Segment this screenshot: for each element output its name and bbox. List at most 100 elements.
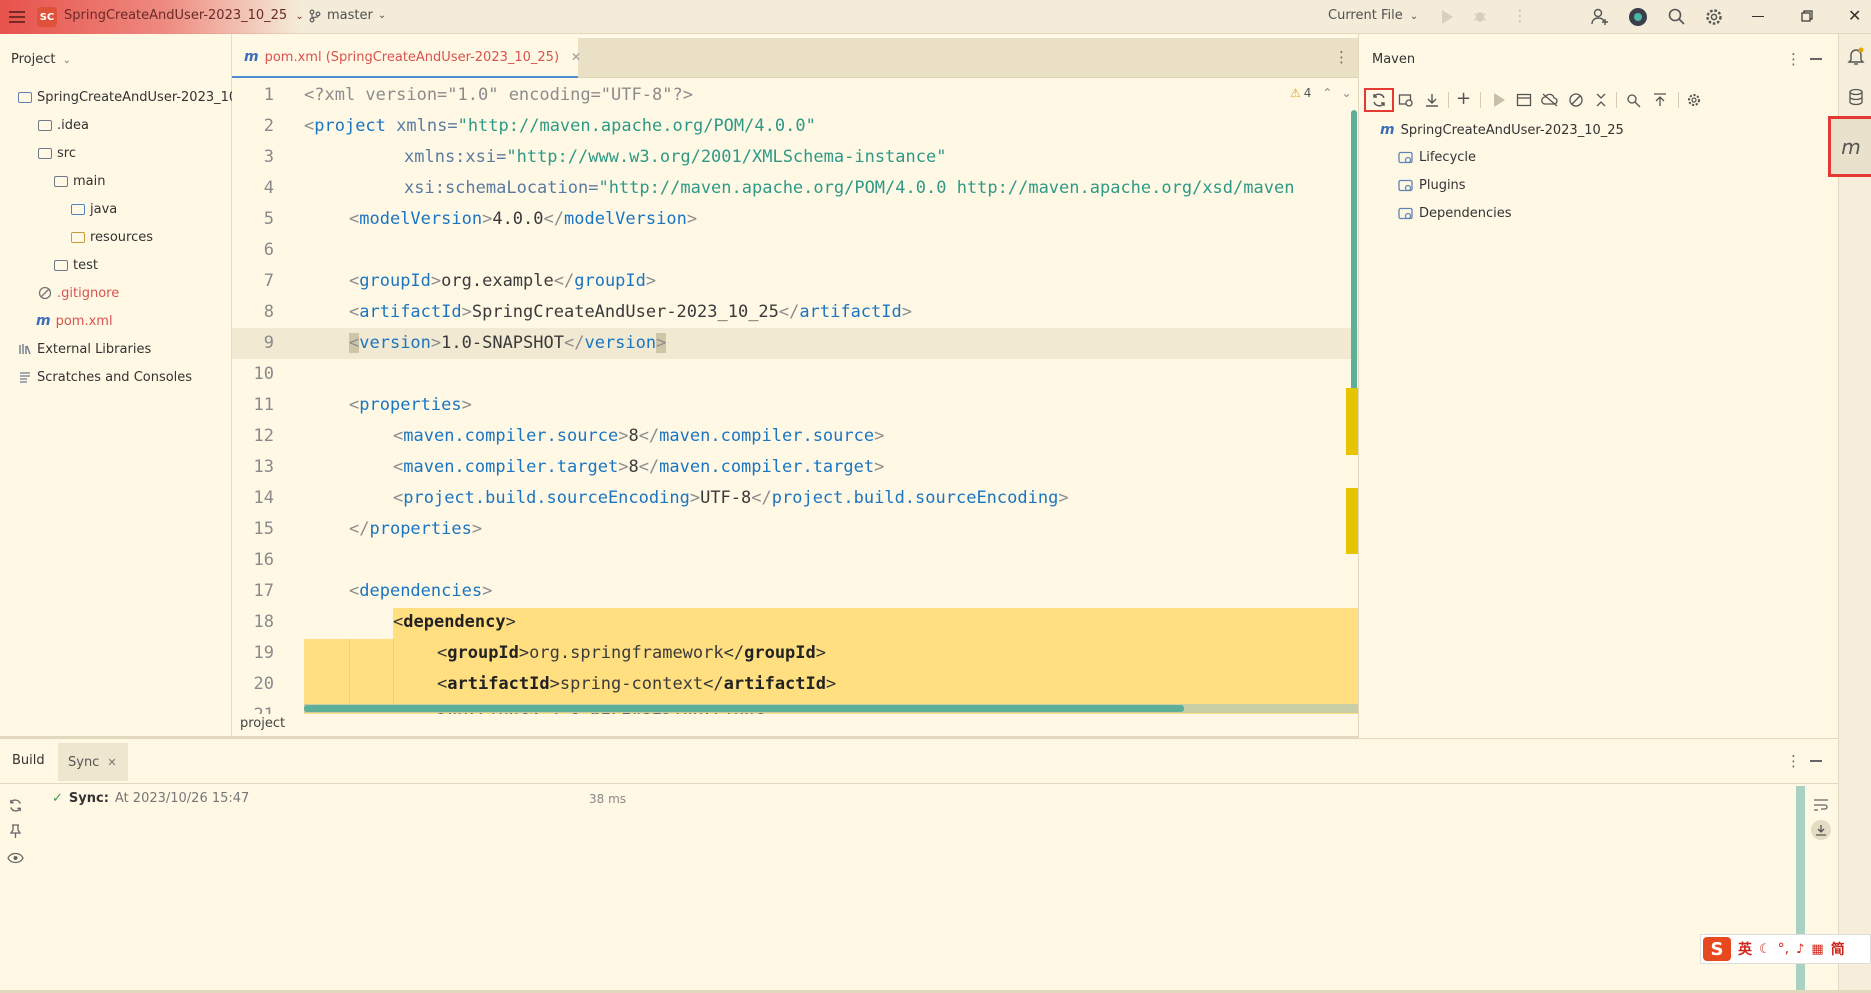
maven-plugins-node[interactable]: Plugins — [1398, 178, 1466, 193]
maven-lifecycle-node[interactable]: Lifecycle — [1398, 150, 1476, 165]
close-window-button[interactable]: ✕ — [1848, 8, 1861, 24]
close-tab-icon[interactable]: ✕ — [107, 756, 116, 769]
tree-item-test[interactable]: test — [54, 254, 98, 276]
execute-goal-icon — [1516, 93, 1532, 107]
line-number: 14 — [253, 488, 274, 508]
xml-tag: project — [314, 116, 386, 136]
chevron-down-icon[interactable]: ⌄ — [1341, 86, 1351, 100]
bottom-tool-window-header — [0, 738, 1838, 784]
maven-execute-goal-button[interactable] — [1516, 92, 1532, 108]
project-view-selector[interactable]: Project ⌄ — [11, 52, 71, 67]
settings-button[interactable] — [1704, 7, 1724, 27]
maven-reload-button[interactable] — [1364, 88, 1394, 112]
punctuation-icon[interactable]: °, — [1778, 941, 1789, 957]
editor-tab-label: pom.xml (SpringCreateAndUser-2023_10_25) — [264, 49, 560, 65]
xml-tag: version — [359, 333, 431, 353]
tree-item-main[interactable]: main — [54, 170, 105, 192]
maven-file-icon: m — [36, 313, 51, 329]
notifications-button[interactable] — [1847, 46, 1865, 66]
maven-offline-button[interactable] — [1541, 92, 1559, 108]
editor-breadcrumb[interactable]: project — [240, 716, 285, 731]
editor-tab-pom[interactable]: m pom.xml (SpringCreateAndUser-2023_10_2… — [232, 38, 581, 78]
code-with-me-button[interactable] — [1590, 7, 1610, 27]
tree-item-pom[interactable]: m pom.xml — [36, 310, 113, 332]
rerun-button[interactable] — [8, 798, 23, 813]
line-number: 21 — [238, 705, 274, 714]
run-config-selector[interactable]: Current File ⌄ — [1328, 8, 1418, 23]
line-number: 4 — [263, 178, 274, 198]
database-tool-button[interactable] — [1848, 88, 1864, 106]
keyboard-icon[interactable]: ▦ — [1811, 942, 1823, 957]
filter-button[interactable] — [7, 852, 24, 864]
maven-project-label: SpringCreateAndUser-2023_10_25 — [1400, 122, 1624, 138]
soft-wrap-button[interactable] — [1813, 798, 1829, 812]
maven-options-button[interactable]: ⋮ — [1786, 50, 1801, 68]
code-editor[interactable]: 1 2 3 4 5 6 7 8 9 10 11 12 13 14 15 16 1… — [232, 78, 1358, 714]
editor-tabs-more-button[interactable]: ⋮ — [1334, 48, 1349, 66]
toolbar-separator — [1480, 92, 1481, 108]
library-icon — [19, 344, 31, 355]
maven-run-button[interactable] — [1492, 92, 1506, 108]
tab-build[interactable]: Build — [12, 753, 45, 768]
tree-item-gitignore[interactable]: .gitignore — [38, 282, 119, 304]
maven-project-node[interactable]: m SpringCreateAndUser-2023_10_25 — [1380, 122, 1624, 138]
maven-hide-button[interactable] — [1810, 58, 1822, 60]
scratches-icon — [20, 372, 30, 383]
bell-icon — [1847, 47, 1865, 65]
maven-tool-button[interactable]: m — [1828, 116, 1871, 177]
tab-sync[interactable]: Sync ✕ — [58, 743, 128, 781]
ime-toolbar[interactable]: S 英 ☾ °, ♪ ▦ 简 — [1700, 934, 1871, 964]
xml-tag: maven.compiler.target — [659, 457, 875, 477]
close-tab-icon[interactable]: ✕ — [571, 50, 581, 64]
line-number: 17 — [253, 581, 274, 601]
microphone-icon[interactable]: ♪ — [1796, 942, 1804, 957]
tree-item-label: main — [73, 173, 106, 189]
tree-item-external-libraries[interactable]: External Libraries — [18, 338, 151, 360]
maven-generate-sources-button[interactable] — [1398, 92, 1414, 108]
folder-icon — [54, 259, 68, 271]
maven-collapse-all-button[interactable] — [1594, 92, 1608, 108]
maven-skip-tests-button[interactable] — [1568, 92, 1584, 108]
maven-dependencies-node[interactable]: Dependencies — [1398, 206, 1512, 221]
scroll-to-end-button[interactable] — [1811, 820, 1831, 840]
project-switcher[interactable]: SpringCreateAndUser-2023_10_25 ⌄ — [64, 8, 304, 23]
restore-window-button[interactable] — [1801, 10, 1813, 22]
search-everywhere-button[interactable] — [1667, 7, 1686, 26]
chevron-up-icon[interactable]: ⌃ — [1322, 86, 1332, 100]
maven-show-dependencies-button[interactable] — [1626, 92, 1642, 108]
run-button[interactable] — [1440, 9, 1454, 25]
pin-button[interactable] — [9, 824, 22, 839]
tree-item-idea[interactable]: .idea — [38, 114, 89, 136]
ime-simplified-toggle[interactable]: 简 — [1831, 939, 1845, 959]
tab-label: Build — [12, 753, 45, 768]
minimize-window-button[interactable] — [1752, 16, 1764, 17]
maven-settings-button[interactable] — [1686, 92, 1702, 108]
inspection-widget[interactable]: ⚠ 4 ⌃ ⌄ — [1290, 86, 1352, 100]
toolbar-separator — [1448, 92, 1449, 108]
tree-item-java[interactable]: java — [71, 198, 117, 220]
bottom-hide-button[interactable] — [1810, 760, 1822, 762]
main-menu-button[interactable] — [8, 8, 26, 26]
maven-download-button[interactable] — [1424, 92, 1440, 108]
tree-item-resources[interactable]: resources — [71, 226, 153, 248]
code-line-15: </properties> — [349, 519, 483, 539]
ai-assistant-button[interactable] — [1628, 7, 1648, 27]
line-number: 7 — [263, 271, 274, 291]
tree-item-scratches[interactable]: Scratches and Consoles — [18, 366, 192, 388]
debug-button[interactable] — [1472, 8, 1488, 24]
moon-icon[interactable]: ☾ — [1759, 942, 1771, 957]
bottom-options-button[interactable]: ⋮ — [1786, 752, 1801, 770]
line-number: 12 — [253, 426, 274, 446]
maven-file-icon: m — [1380, 122, 1395, 138]
horizontal-scrollbar-thumb[interactable] — [304, 705, 1184, 712]
ime-language-toggle[interactable]: 英 — [1738, 939, 1752, 959]
tree-item-project-root[interactable]: SpringCreateAndUser-2023_10 — [18, 86, 237, 108]
more-actions-button[interactable]: ⋮ — [1512, 8, 1528, 24]
maven-expand-button[interactable] — [1652, 92, 1668, 108]
tree-item-src[interactable]: src — [38, 142, 76, 164]
maven-add-project-button[interactable]: + — [1456, 90, 1471, 108]
maven-node-label: Plugins — [1419, 178, 1466, 193]
sync-result-row[interactable]: ✓ Sync: At 2023/10/26 15:47 — [52, 791, 249, 806]
branch-switcher[interactable]: master ⌄ — [308, 8, 386, 23]
collapse-icon — [1596, 93, 1606, 107]
